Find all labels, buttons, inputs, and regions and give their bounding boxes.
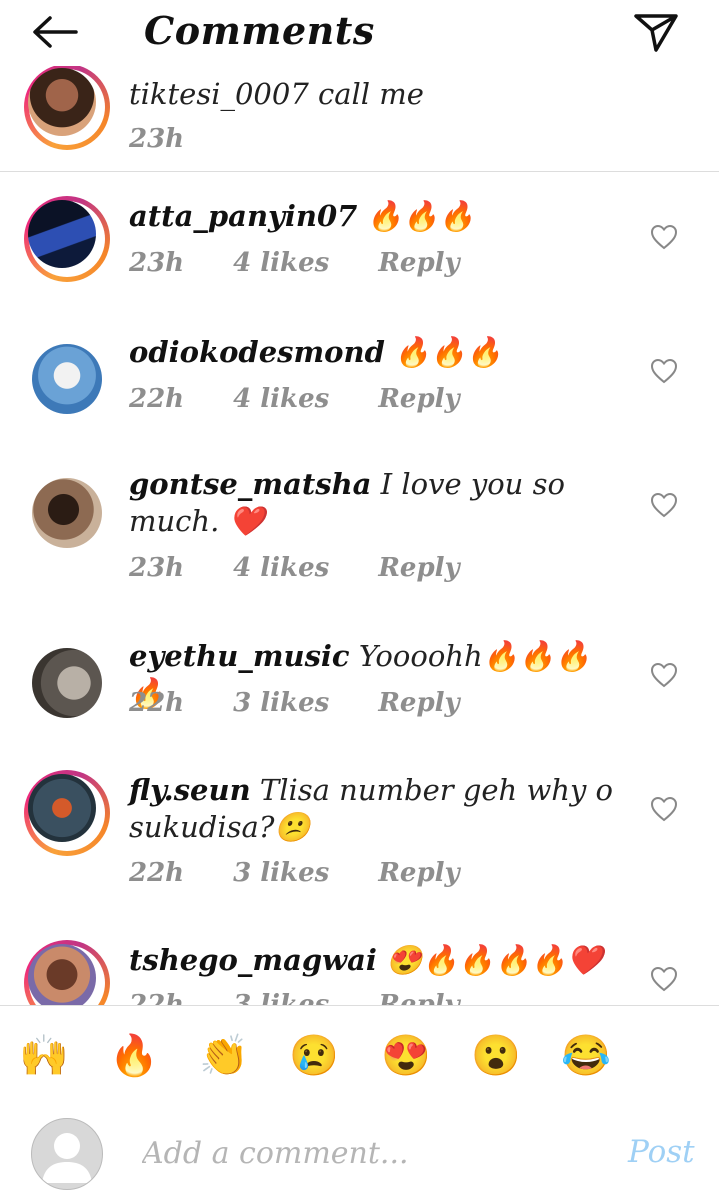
comment-meta: 23h 4 likes Reply bbox=[129, 248, 460, 278]
page-title: Comments bbox=[144, 8, 375, 53]
username[interactable]: eyethu_music bbox=[129, 639, 350, 673]
comments-list[interactable]: tiktesi_0007 call me 23h atta_panyin07 🔥… bbox=[0, 66, 719, 1005]
comment-time: 22h bbox=[129, 858, 185, 888]
avatar[interactable] bbox=[24, 470, 110, 556]
list-item: atta_panyin07 🔥🔥🔥 23h 4 likes Reply bbox=[0, 196, 719, 316]
likes-count[interactable]: 4 likes bbox=[233, 384, 329, 414]
reply-button[interactable]: Reply bbox=[378, 990, 459, 1005]
reply-button[interactable]: Reply bbox=[378, 248, 459, 278]
comment-meta: 22h 3 likes Reply bbox=[129, 858, 460, 888]
avatar[interactable] bbox=[24, 640, 110, 726]
comment-time: 22h bbox=[129, 990, 185, 1005]
comment-time: 23h bbox=[129, 124, 185, 154]
avatar[interactable] bbox=[24, 196, 110, 282]
comment-body: 😍🔥🔥🔥🔥❤️ bbox=[386, 943, 603, 977]
likes-count[interactable]: 3 likes bbox=[233, 688, 329, 718]
comment-time: 22h bbox=[129, 688, 185, 718]
emoji-clap-button[interactable]: 👏 bbox=[198, 1030, 250, 1082]
list-item: gontse_matsha I love you so much. ❤️ 23h… bbox=[0, 467, 719, 630]
reply-button[interactable]: Reply bbox=[378, 384, 459, 414]
comment-composer: Post bbox=[0, 1104, 719, 1202]
username[interactable]: odiokodesmond bbox=[129, 335, 385, 369]
quick-emoji-bar: 🙌 🔥 👏 😢 😍 😮 😂 bbox=[0, 1005, 719, 1105]
comment-meta: 23h bbox=[129, 124, 184, 154]
heart-icon[interactable] bbox=[650, 796, 678, 822]
default-user-icon bbox=[42, 1133, 92, 1183]
comment-text: tshego_magwai 😍🔥🔥🔥🔥❤️ bbox=[129, 942, 619, 979]
username[interactable]: tshego_magwai bbox=[129, 943, 377, 977]
avatar[interactable] bbox=[24, 940, 110, 1005]
username[interactable]: gontse_matsha bbox=[129, 467, 371, 501]
emoji-heart-eyes-button[interactable]: 😍 bbox=[380, 1030, 432, 1082]
username[interactable]: fly.seun bbox=[129, 773, 251, 807]
avatar[interactable] bbox=[24, 66, 110, 150]
comment-time: 23h bbox=[129, 553, 185, 583]
comment-text: fly.seun Tlisa number geh why o sukudisa… bbox=[129, 772, 619, 846]
list-item: odiokodesmond 🔥🔥🔥 22h 4 likes Reply bbox=[0, 334, 719, 456]
comment-text: gontse_matsha I love you so much. ❤️ bbox=[129, 466, 619, 540]
heart-icon[interactable] bbox=[650, 492, 678, 518]
emoji-fire-button[interactable]: 🔥 bbox=[108, 1030, 160, 1082]
user-avatar-icon bbox=[31, 1118, 103, 1190]
comment-meta: 23h 4 likes Reply bbox=[129, 553, 460, 583]
comment-meta: 22h 3 likes Reply bbox=[129, 688, 460, 718]
back-arrow-icon[interactable] bbox=[30, 14, 80, 50]
list-item: tshego_magwai 😍🔥🔥🔥🔥❤️ 22h 3 likes Reply bbox=[0, 940, 719, 1005]
likes-count[interactable]: 3 likes bbox=[233, 858, 329, 888]
comment-meta: 22h 3 likes Reply bbox=[129, 990, 460, 1005]
avatar[interactable] bbox=[24, 770, 110, 856]
emoji-crying-button[interactable]: 😢 bbox=[288, 1030, 340, 1082]
username[interactable]: atta_panyin07 bbox=[129, 199, 357, 233]
emoji-raising-hands-button[interactable]: 🙌 bbox=[18, 1030, 70, 1082]
reply-button[interactable]: Reply bbox=[378, 858, 459, 888]
comment-text: odiokodesmond 🔥🔥🔥 bbox=[129, 334, 619, 371]
caption-comment: tiktesi_0007 call me 23h bbox=[0, 66, 719, 170]
comment-time: 23h bbox=[129, 248, 185, 278]
comment-text: tiktesi_0007 call me bbox=[129, 77, 424, 111]
list-item: eyethu_music Yoooohh🔥🔥🔥🔥 22h 3 likes Rep… bbox=[0, 639, 719, 760]
likes-count[interactable]: 4 likes bbox=[233, 248, 329, 278]
emoji-tears-of-joy-button[interactable]: 😂 bbox=[560, 1030, 612, 1082]
comment-text: atta_panyin07 🔥🔥🔥 bbox=[129, 198, 619, 235]
heart-icon[interactable] bbox=[650, 358, 678, 384]
heart-icon[interactable] bbox=[650, 662, 678, 688]
divider bbox=[0, 171, 719, 172]
reply-button[interactable]: Reply bbox=[378, 553, 459, 583]
reply-button[interactable]: Reply bbox=[378, 688, 459, 718]
comment-input[interactable] bbox=[140, 1126, 604, 1180]
header: Comments bbox=[0, 0, 719, 66]
heart-icon[interactable] bbox=[650, 224, 678, 250]
emoji-surprised-button[interactable]: 😮 bbox=[470, 1030, 522, 1082]
comment-time: 22h bbox=[129, 384, 185, 414]
likes-count[interactable]: 4 likes bbox=[233, 553, 329, 583]
heart-icon[interactable] bbox=[650, 966, 678, 992]
direct-message-icon[interactable] bbox=[632, 10, 680, 54]
avatar[interactable] bbox=[24, 336, 110, 422]
list-item: fly.seun Tlisa number geh why o sukudisa… bbox=[0, 770, 719, 930]
likes-count[interactable]: 3 likes bbox=[233, 990, 329, 1005]
comment-body: 🔥🔥🔥 bbox=[394, 335, 503, 369]
post-button[interactable]: Post bbox=[628, 1134, 695, 1170]
comment-meta: 22h 4 likes Reply bbox=[129, 384, 460, 414]
comment-body: 🔥🔥🔥 bbox=[366, 199, 475, 233]
